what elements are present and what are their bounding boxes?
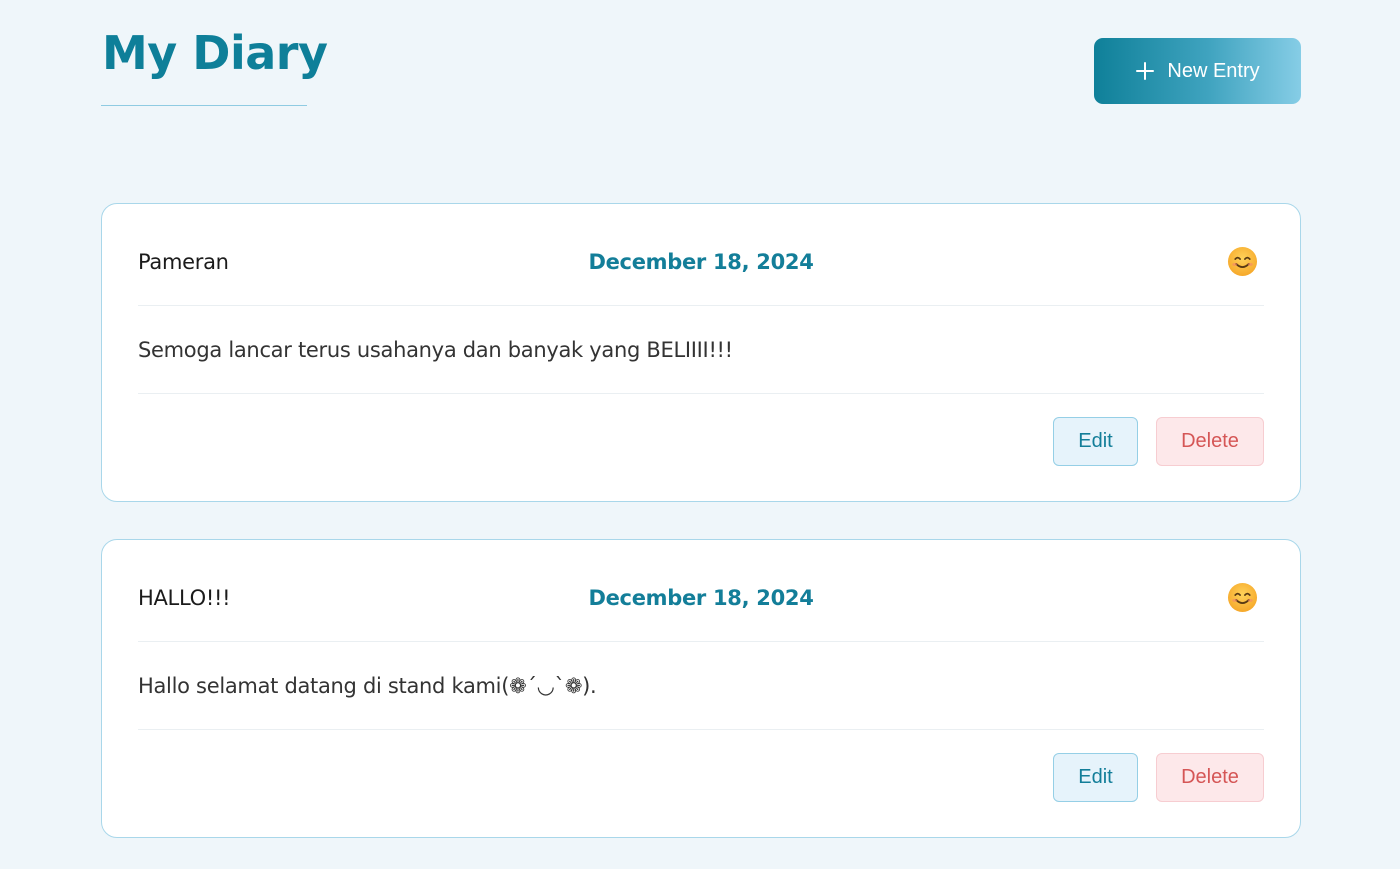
entry-actions: Edit Delete xyxy=(138,729,1264,837)
entry-actions: Edit Delete xyxy=(138,393,1264,501)
entry-content: Hallo selamat datang di stand kami(❁´◡`❁… xyxy=(138,641,1264,730)
delete-button[interactable]: Delete xyxy=(1156,753,1264,802)
edit-button[interactable]: Edit xyxy=(1053,753,1138,802)
entry-date: December 18, 2024 xyxy=(588,586,814,610)
plus-icon xyxy=(1135,61,1155,81)
entry-card: Pameran December 18, 2024 Semoga lancar … xyxy=(101,203,1301,502)
new-entry-button[interactable]: New Entry xyxy=(1094,38,1301,104)
entry-card: HALLO!!! December 18, 2024 Hallo selamat… xyxy=(101,539,1301,838)
page-title: My Diary xyxy=(102,26,328,80)
smiling-face-icon xyxy=(1227,582,1258,613)
delete-button[interactable]: Delete xyxy=(1156,417,1264,466)
new-entry-label: New Entry xyxy=(1167,59,1260,82)
edit-button[interactable]: Edit xyxy=(1053,417,1138,466)
title-divider xyxy=(101,105,307,106)
smiling-face-icon xyxy=(1227,246,1258,277)
entry-header: Pameran December 18, 2024 xyxy=(138,204,1264,306)
entry-header: HALLO!!! December 18, 2024 xyxy=(138,540,1264,642)
entry-text: Semoga lancar terus usahanya dan banyak … xyxy=(138,338,733,362)
entry-text: Hallo selamat datang di stand kami(❁´◡`❁… xyxy=(138,674,597,698)
entry-date: December 18, 2024 xyxy=(588,250,814,274)
entry-content: Semoga lancar terus usahanya dan banyak … xyxy=(138,305,1264,394)
